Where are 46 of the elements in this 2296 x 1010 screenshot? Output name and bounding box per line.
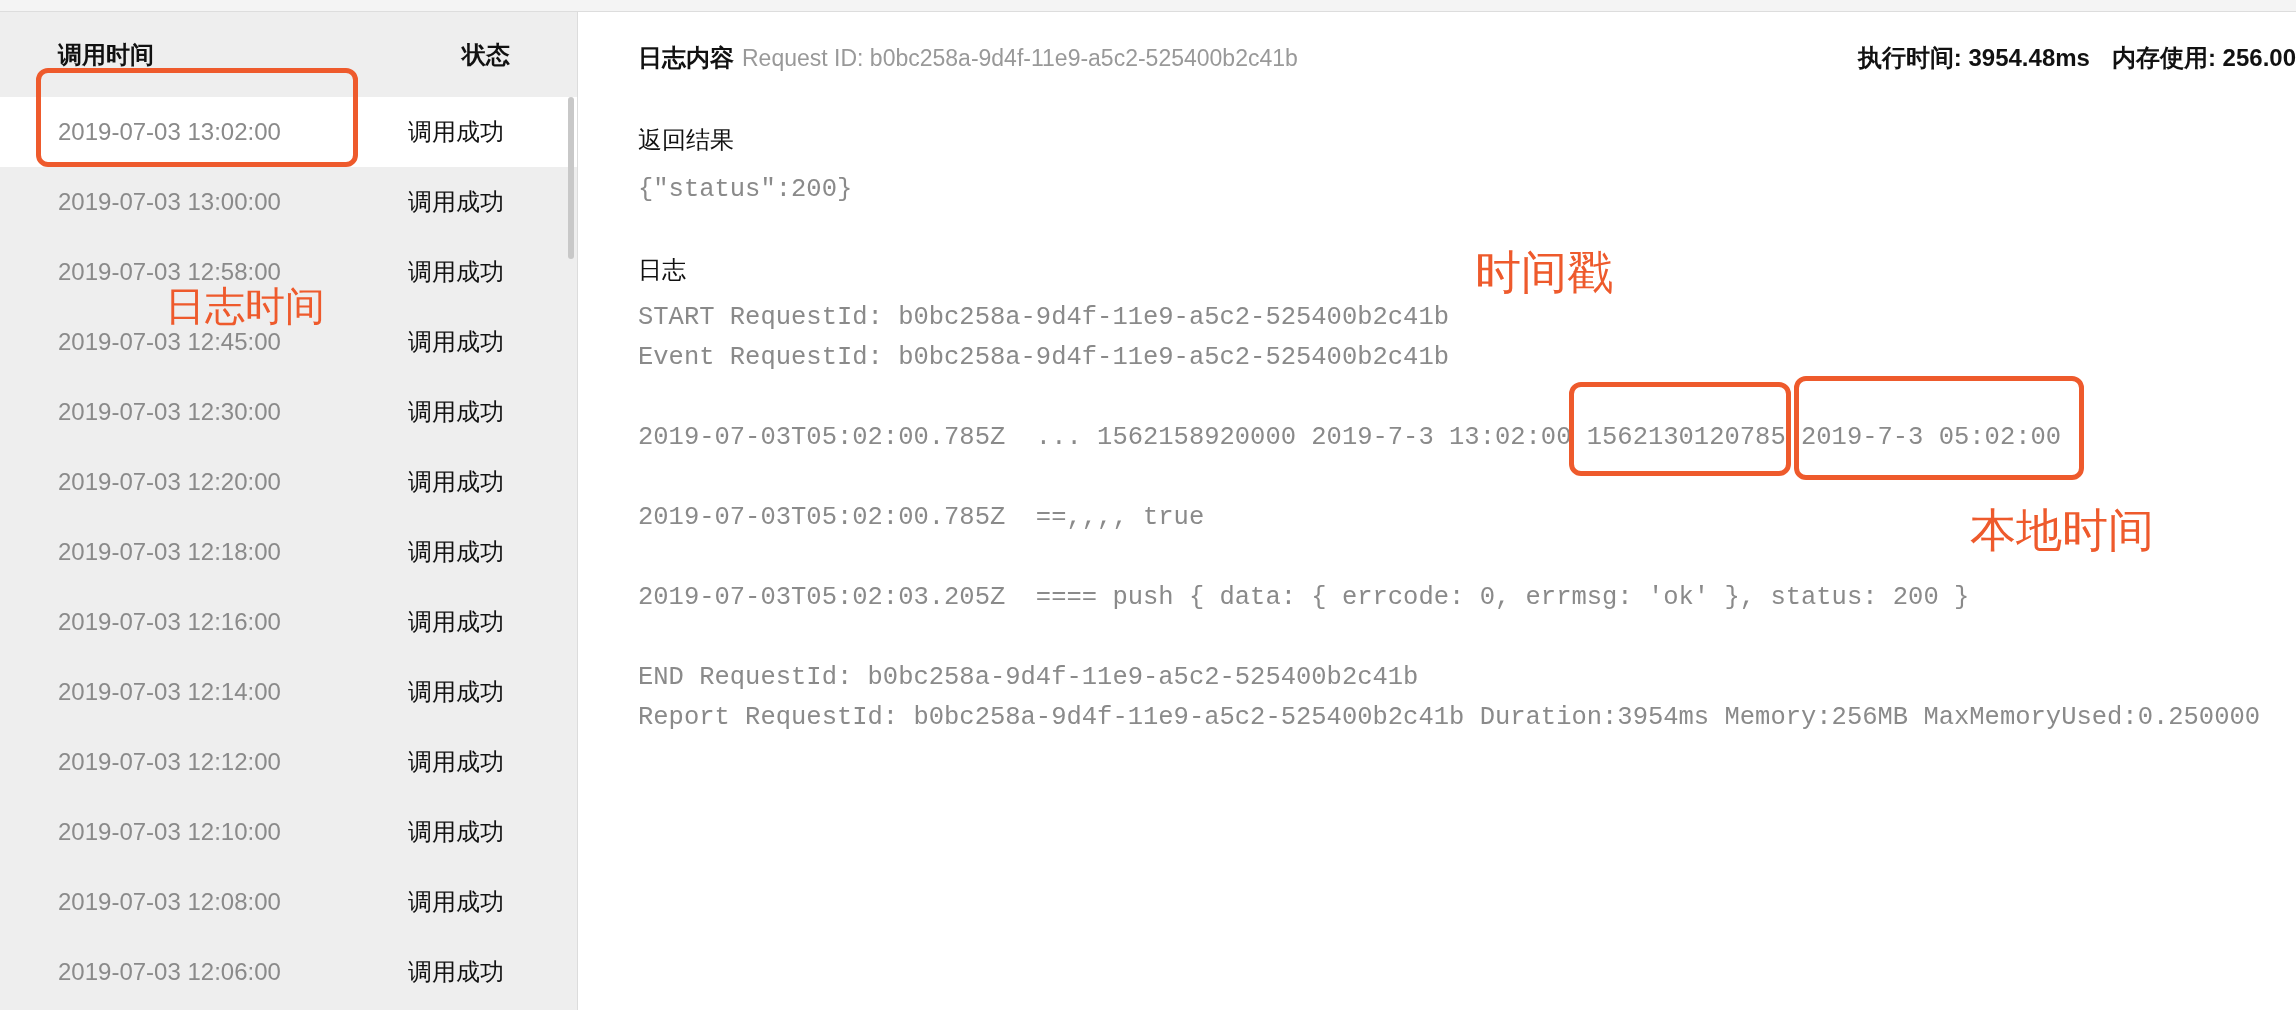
log-line: 2019-07-03T05:02:03.205Z ==== push { data: { errcode: 0, errmsg: 'ok' }, status: 200 } [638,582,1970,614]
invocation-time: 2019-07-03 12:14:00 [58,678,281,705]
status-text: 调用成功 [408,677,504,707]
status-text: 调用成功 [408,607,504,637]
result-text: {"status":200} [638,174,853,206]
stat-text: 内存使用: 256.00 [2111,42,2296,73]
status-text: 调用成功 [408,817,504,847]
status-text: 调用成功 [408,747,504,777]
invocation-time: 2019-07-03 12:06:00 [58,958,281,985]
log-line: 2019-07-03T05:02:00.785Z ==,,,, true [638,502,1205,534]
status-text: 调用成功 [408,887,504,917]
stat-text: 执行时间: 3954.48ms [1857,42,2090,73]
status-text: 调用成功 [408,117,504,147]
annotation-label: 本地时间 [1970,503,2154,558]
invocation-time: 2019-07-03 12:16:00 [58,608,281,635]
status-text: 调用成功 [408,467,504,497]
status-text: 调用成功 [408,327,504,357]
invocation-time: 2019-07-03 12:30:00 [58,398,281,425]
log-line: 2019-07-03T05:02:00.785Z ... 1562158920000 2019-7-3 13:02:00 1562130120785 2019-7-3 05:02:00 [638,422,2062,454]
section-label: 返回结果 [638,125,734,155]
invocation-time: 2019-07-03 12:58:00 [58,258,281,285]
invocation-time: 2019-07-03 12:20:00 [58,468,281,495]
log-line: START RequestId: b0bc258a-9d4f-11e9-a5c2-525400b2c41b [638,302,1450,334]
status-text: 调用成功 [408,187,504,217]
column-header: 状态 [462,40,510,68]
request-id: Request ID: b0bc258a-9d4f-11e9-a5c2-525400b2c41b [742,43,1298,73]
invocation-time: 2019-07-03 12:10:00 [58,818,281,845]
log-list-item[interactable]: 2019-07-03 13:02:00 调用成功 [0,97,577,167]
panel-title: 日志内容 [638,42,734,73]
status-text: 调用成功 [408,537,504,567]
status-text: 调用成功 [408,397,504,427]
invocation-time: 2019-07-03 13:00:00 [58,188,281,215]
status-text: 调用成功 [408,257,504,287]
invocation-time: 2019-07-03 12:08:00 [58,888,281,915]
status-text: 调用成功 [408,957,504,987]
invocation-time: 2019-07-03 13:02:00 [58,118,281,145]
section-label: 日志 [638,255,686,285]
log-line: Report RequestId: b0bc258a-9d4f-11e9-a5c2-525400b2c41b Duration:3954ms Memory:256MB MaxMemoryUsed:0.250000 [638,702,2261,734]
invocation-time: 2019-07-03 12:45:00 [58,328,281,355]
scrollbar-thumb[interactable] [568,97,574,259]
log-line: END RequestId: b0bc258a-9d4f-11e9-a5c2-525400b2c41b [638,662,1419,694]
invocation-time: 2019-07-03 12:18:00 [58,538,281,565]
annotation-label: 时间戳 [1475,245,1613,300]
column-header: 调用时间 [58,40,154,68]
log-line: Event RequestId: b0bc258a-9d4f-11e9-a5c2-525400b2c41b [638,342,1450,374]
invocation-time: 2019-07-03 12:12:00 [58,748,281,775]
